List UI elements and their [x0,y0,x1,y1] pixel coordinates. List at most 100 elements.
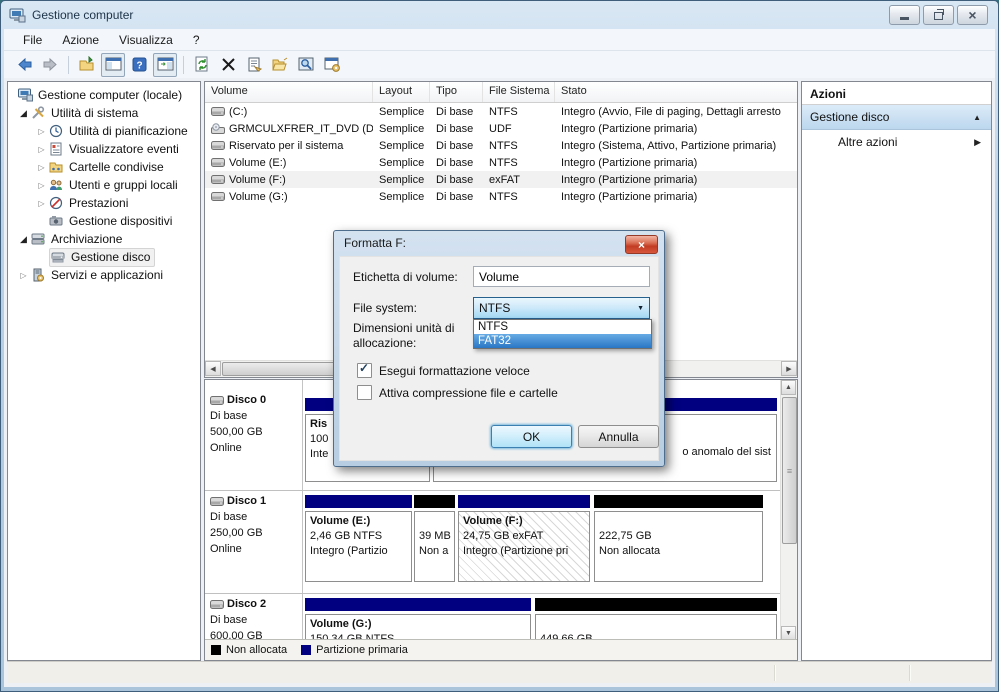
close-button[interactable]: × [957,5,988,25]
show-console-tree-button[interactable] [101,52,125,77]
quick-format-checkbox-row[interactable]: Esegui formattazione veloce [357,361,530,378]
tree-item-archiviazione[interactable]: ◢ Archiviazione [8,230,200,248]
disk-name: Disco 2 [227,598,267,610]
computer-icon [9,8,26,23]
volume-label-input[interactable] [473,266,650,287]
cell-layout: Semplice [379,139,425,152]
minimize-button[interactable] [889,5,920,25]
tree-item-utilita-di-sistema[interactable]: ◢ Utilità di sistema [8,104,200,122]
column-header-tipo[interactable]: Tipo [430,82,483,102]
console-settings-button[interactable] [320,53,344,77]
cell-layout: Semplice [379,105,425,118]
tree-item-visualizzatore-eventi[interactable]: ▷ Visualizzatore eventi [8,140,200,158]
actions-item-altre-azioni[interactable]: Altre azioni ▶ [802,130,991,154]
export-list-button[interactable] [75,53,99,77]
tree-collapsed-icon[interactable]: ▷ [34,163,49,172]
volume-row-g[interactable]: Volume (G:) Semplice Di base NTFS Integr… [205,188,797,205]
disk1-partition-unallocated-222gb[interactable]: 222,75 GB Non allocata [594,495,763,582]
disk-management-icon [51,250,67,264]
tree-item-servizi-e-applicazioni[interactable]: ▷ Servizi e applicazioni [8,266,200,284]
titlebar: Gestione computer × [1,1,998,29]
volume-row-e[interactable]: Volume (E:) Semplice Di base NTFS Integr… [205,154,797,171]
show-console-tree-icon [105,57,121,71]
forward-button[interactable] [38,53,62,77]
restore-button[interactable] [923,5,954,25]
tree-item-utenti-e-gruppi[interactable]: ▷ Utenti e gruppi locali [8,176,200,194]
volume-row-c[interactable]: (C:) Semplice Di base NTFS Integro (Avvi… [205,103,797,120]
tree-collapsed-icon[interactable]: ▷ [34,127,49,136]
checked-checkbox-icon[interactable] [357,361,372,378]
column-header-stato[interactable]: Stato [555,82,797,102]
column-header-volume[interactable]: Volume [205,82,373,102]
tree-item-gestione-computer[interactable]: Gestione computer (locale) [8,86,200,104]
menu-azione[interactable]: Azione [53,31,108,49]
partition-title: Volume (F:) [463,515,523,527]
back-button[interactable] [12,53,36,77]
tree-expanded-icon[interactable]: ◢ [16,234,31,245]
partition-bar [305,495,412,508]
tree-item-gestione-dispositivi[interactable]: Gestione dispositivi [8,212,200,230]
file-system-combobox[interactable]: NTFS ▼ [473,297,650,319]
disk1-partition-f[interactable]: Volume (F:) 24,75 GB exFAT Integro (Part… [458,495,590,582]
vertical-scrollbar[interactable]: ▲ ≡ ▼ [780,380,797,642]
show-action-pane-button[interactable] [153,52,177,77]
dropdown-option-ntfs[interactable]: NTFS [474,320,651,334]
open-button[interactable] [268,53,292,77]
find-button[interactable] [294,53,318,77]
tree-item-cartelle-condivise[interactable]: ▷ Cartelle condivise [8,158,200,176]
disk-volume-icon [211,192,225,201]
compression-checkbox-row[interactable]: Attiva compressione file e cartelle [357,385,558,400]
tree-item-prestazioni[interactable]: ▷ Prestazioni [8,194,200,212]
cell-tipo: Di base [436,139,474,152]
tree-collapsed-icon[interactable]: ▷ [34,199,49,208]
volume-row-riservato[interactable]: Riservato per il sistema Semplice Di bas… [205,137,797,154]
tree-item-label: Gestione disco [71,250,151,264]
partition-bar [594,495,763,508]
scroll-left-arrow[interactable]: ◀ [205,361,221,376]
unchecked-checkbox-icon[interactable] [357,385,372,400]
tree-collapsed-icon[interactable]: ▷ [34,145,49,154]
disk0-label[interactable]: Disco 0 Di base 500,00 GB Online [210,392,300,456]
volume-row-d[interactable]: GRMCULXFRER_IT_DVD (D:) Semplice Di base… [205,120,797,137]
actions-group-gestione-disco[interactable]: Gestione disco ▲ [802,105,991,130]
column-header-layout[interactable]: Layout [373,82,430,102]
scroll-right-arrow[interactable]: ▶ [781,361,797,376]
dialog-close-button[interactable]: × [625,235,658,254]
volume-row-f[interactable]: Volume (F:) Semplice Di base exFAT Integ… [205,171,797,188]
disk1-label[interactable]: Disco 1 Di base 250,00 GB Online [210,493,300,557]
cell-layout: Semplice [379,156,425,169]
disk1-partition-unallocated-39mb[interactable]: 39 MB Non a [414,495,455,582]
allocation-unit-label-line2: allocazione: [353,336,417,350]
task-scheduler-icon [49,124,65,138]
disk2-label[interactable]: Disco 2 Di base 600,00 GB [210,596,300,644]
tree-expanded-icon[interactable]: ◢ [16,108,31,119]
volume-label-label: Etichetta di volume: [353,270,458,284]
help-button[interactable]: ? [127,53,151,77]
menu-help[interactable]: ? [184,31,209,49]
tree-item-label: Servizi e applicazioni [51,268,164,282]
delete-button[interactable] [216,53,240,77]
tree-item-gestione-disco[interactable]: Gestione disco [8,247,200,267]
refresh-button[interactable] [190,53,214,77]
dropdown-option-fat32[interactable]: FAT32 [474,334,651,348]
file-system-dropdown: NTFS FAT32 [473,319,652,349]
menu-file[interactable]: File [14,31,51,49]
tree-item-utilita-di-pianificazione[interactable]: ▷ Utilità di pianificazione [8,122,200,140]
tree-item-label: Utenti e gruppi locali [69,178,178,192]
cell-volume: (C:) [229,105,248,118]
cancel-button[interactable]: Annulla [578,425,659,448]
tree-collapsed-icon[interactable]: ▷ [16,271,31,280]
scroll-thumb[interactable]: ≡ [782,397,797,544]
checkbox-label: Attiva compressione file e cartelle [379,385,558,400]
menu-visualizza[interactable]: Visualizza [110,31,182,49]
scroll-up-arrow[interactable]: ▲ [781,380,796,395]
partition-size: 39 MB [419,530,451,542]
collapse-icon[interactable]: ▲ [973,113,981,122]
disk-type: Di base [210,614,248,626]
properties-button[interactable] [242,53,266,77]
ok-button[interactable]: OK [491,425,572,448]
column-header-file-sistema[interactable]: File Sistema [483,82,555,102]
tree-collapsed-icon[interactable]: ▷ [34,181,49,190]
tree-item-label: Gestione dispositivi [69,214,173,228]
disk1-partition-e[interactable]: Volume (E:) 2,46 GB NTFS Integro (Partiz… [305,495,412,582]
